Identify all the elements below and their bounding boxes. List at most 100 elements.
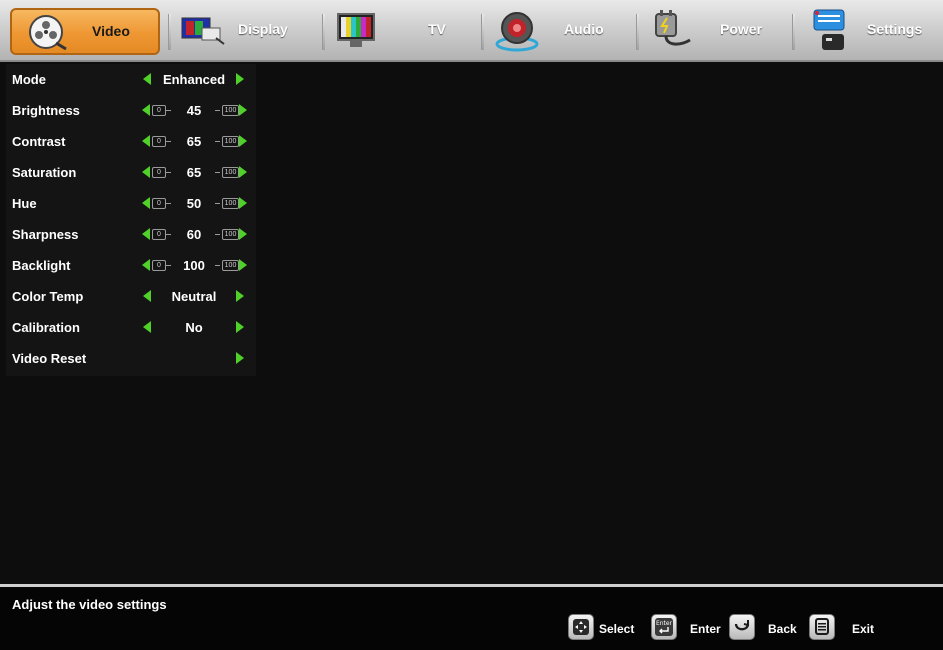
menu-list-icon [815,618,829,635]
arrow-right-icon[interactable] [236,73,244,85]
menu-item-value: Enhanced [162,72,226,87]
menu-item-value: 100 [183,258,205,273]
menu-item-value: 65 [186,134,202,149]
menu-item-value: 50 [186,196,202,211]
menu-item-label: Saturation [12,165,77,180]
arrow-right-icon[interactable] [239,104,247,116]
min-value-box: 0 [152,260,166,271]
tab-settings[interactable]: Settings [800,8,941,55]
min-value-box: 0 [152,167,166,178]
back-button[interactable] [729,614,755,640]
tab-video[interactable]: Video [10,8,160,55]
back-arrow-icon [734,620,750,631]
slider-tick [215,265,220,266]
enter-label: Enter [690,622,721,636]
tab-display[interactable]: Display [176,8,316,55]
menu-item-label: Color Temp [12,289,84,304]
arrow-right-icon[interactable] [239,197,247,209]
menu-item-sharpness[interactable]: Sharpness 0 60 100 [6,219,256,250]
tab-settings-label: Settings [867,21,923,37]
menu-item-backlight[interactable]: Backlight 0 100 100 [6,250,256,281]
slider-tick [215,172,220,173]
tab-separator [636,14,639,50]
exit-button[interactable] [809,614,835,640]
menu-item-saturation[interactable]: Saturation 0 65 100 [6,157,256,188]
exit-label: Exit [852,622,875,636]
tab-power[interactable]: Power [644,8,784,55]
arrow-right-icon[interactable] [236,352,244,364]
min-value-box: 0 [152,198,166,209]
menu-item-label: Contrast [12,134,66,149]
max-value-box: 100 [222,260,239,271]
max-value-box: 100 [222,167,239,178]
tab-separator [168,14,171,50]
menu-item-label: Hue [12,196,37,211]
slider-tick [215,203,220,204]
menu-item-label: Mode [12,72,46,87]
help-text: Adjust the video settings [12,597,167,612]
menu-item-value: 45 [186,103,202,118]
arrow-right-icon[interactable] [236,321,244,333]
arrow-right-icon[interactable] [239,259,247,271]
arrow-left-icon[interactable] [142,228,150,240]
tab-separator [792,14,795,50]
menu-item-label: Sharpness [12,227,79,242]
menu-item-brightness[interactable]: Brightness 0 45 100 [6,95,256,126]
dpad-icon [573,619,589,635]
arrow-left-icon[interactable] [142,259,150,271]
tab-tv[interactable]: TV [330,8,475,55]
arrow-left-icon[interactable] [143,73,151,85]
menu-item-label: Video Reset [12,351,87,366]
video-settings-menu: Mode Enhanced Brightness 0 45 100 Contra… [6,64,256,376]
select-label: Select [599,622,635,636]
menu-item-contrast[interactable]: Contrast 0 65 100 [6,126,256,157]
arrow-left-icon[interactable] [142,166,150,178]
tv-icon [337,13,375,47]
film-reel-icon [29,15,67,51]
slider-tick [215,234,220,235]
tab-tv-label: TV [428,21,446,37]
tab-power-label: Power [720,21,763,37]
menu-item-color-temp[interactable]: Color Temp Neutral [6,281,256,312]
arrow-right-icon[interactable] [239,228,247,240]
speaker-icon [495,12,539,52]
help-bar: Adjust the video settings Select Enter E… [0,584,943,650]
arrow-right-icon[interactable] [239,135,247,147]
tab-display-label: Display [238,21,288,37]
min-value-box: 0 [152,229,166,240]
enter-button[interactable]: Enter [651,614,677,640]
slider-tick [166,172,171,173]
tab-video-label: Video [92,23,130,39]
menu-item-calibration[interactable]: Calibration No [6,312,256,343]
menu-item-value: Neutral [171,289,217,304]
slider-tick [166,234,171,235]
menu-item-mode[interactable]: Mode Enhanced [6,64,256,95]
arrow-left-icon[interactable] [142,135,150,147]
arrow-left-icon[interactable] [142,104,150,116]
enter-key-text: Enter [656,620,673,627]
arrow-left-icon[interactable] [142,197,150,209]
enter-key-icon: Enter [655,618,673,636]
menu-item-value: No [185,320,203,335]
arrow-left-icon[interactable] [143,321,151,333]
slider-tick [166,141,171,142]
menu-item-label: Backlight [12,258,71,273]
menu-item-hue[interactable]: Hue 0 50 100 [6,188,256,219]
arrow-right-icon[interactable] [236,290,244,302]
menu-item-label: Calibration [12,320,80,335]
slider-tick [166,265,171,266]
main-tab-bar: Video Display TV Audio Power Settings [0,0,943,62]
tab-audio[interactable]: Audio [489,8,629,55]
arrow-left-icon[interactable] [143,290,151,302]
arrow-right-icon[interactable] [239,166,247,178]
max-value-box: 100 [222,229,239,240]
back-label: Back [768,622,797,636]
tab-audio-label: Audio [564,21,604,37]
menu-item-value: 60 [186,227,202,242]
power-plug-icon [655,10,691,46]
select-button[interactable] [568,614,594,640]
settings-icon [813,9,845,50]
max-value-box: 100 [222,105,239,116]
slider-tick [166,203,171,204]
menu-item-video-reset[interactable]: Video Reset [6,343,256,374]
